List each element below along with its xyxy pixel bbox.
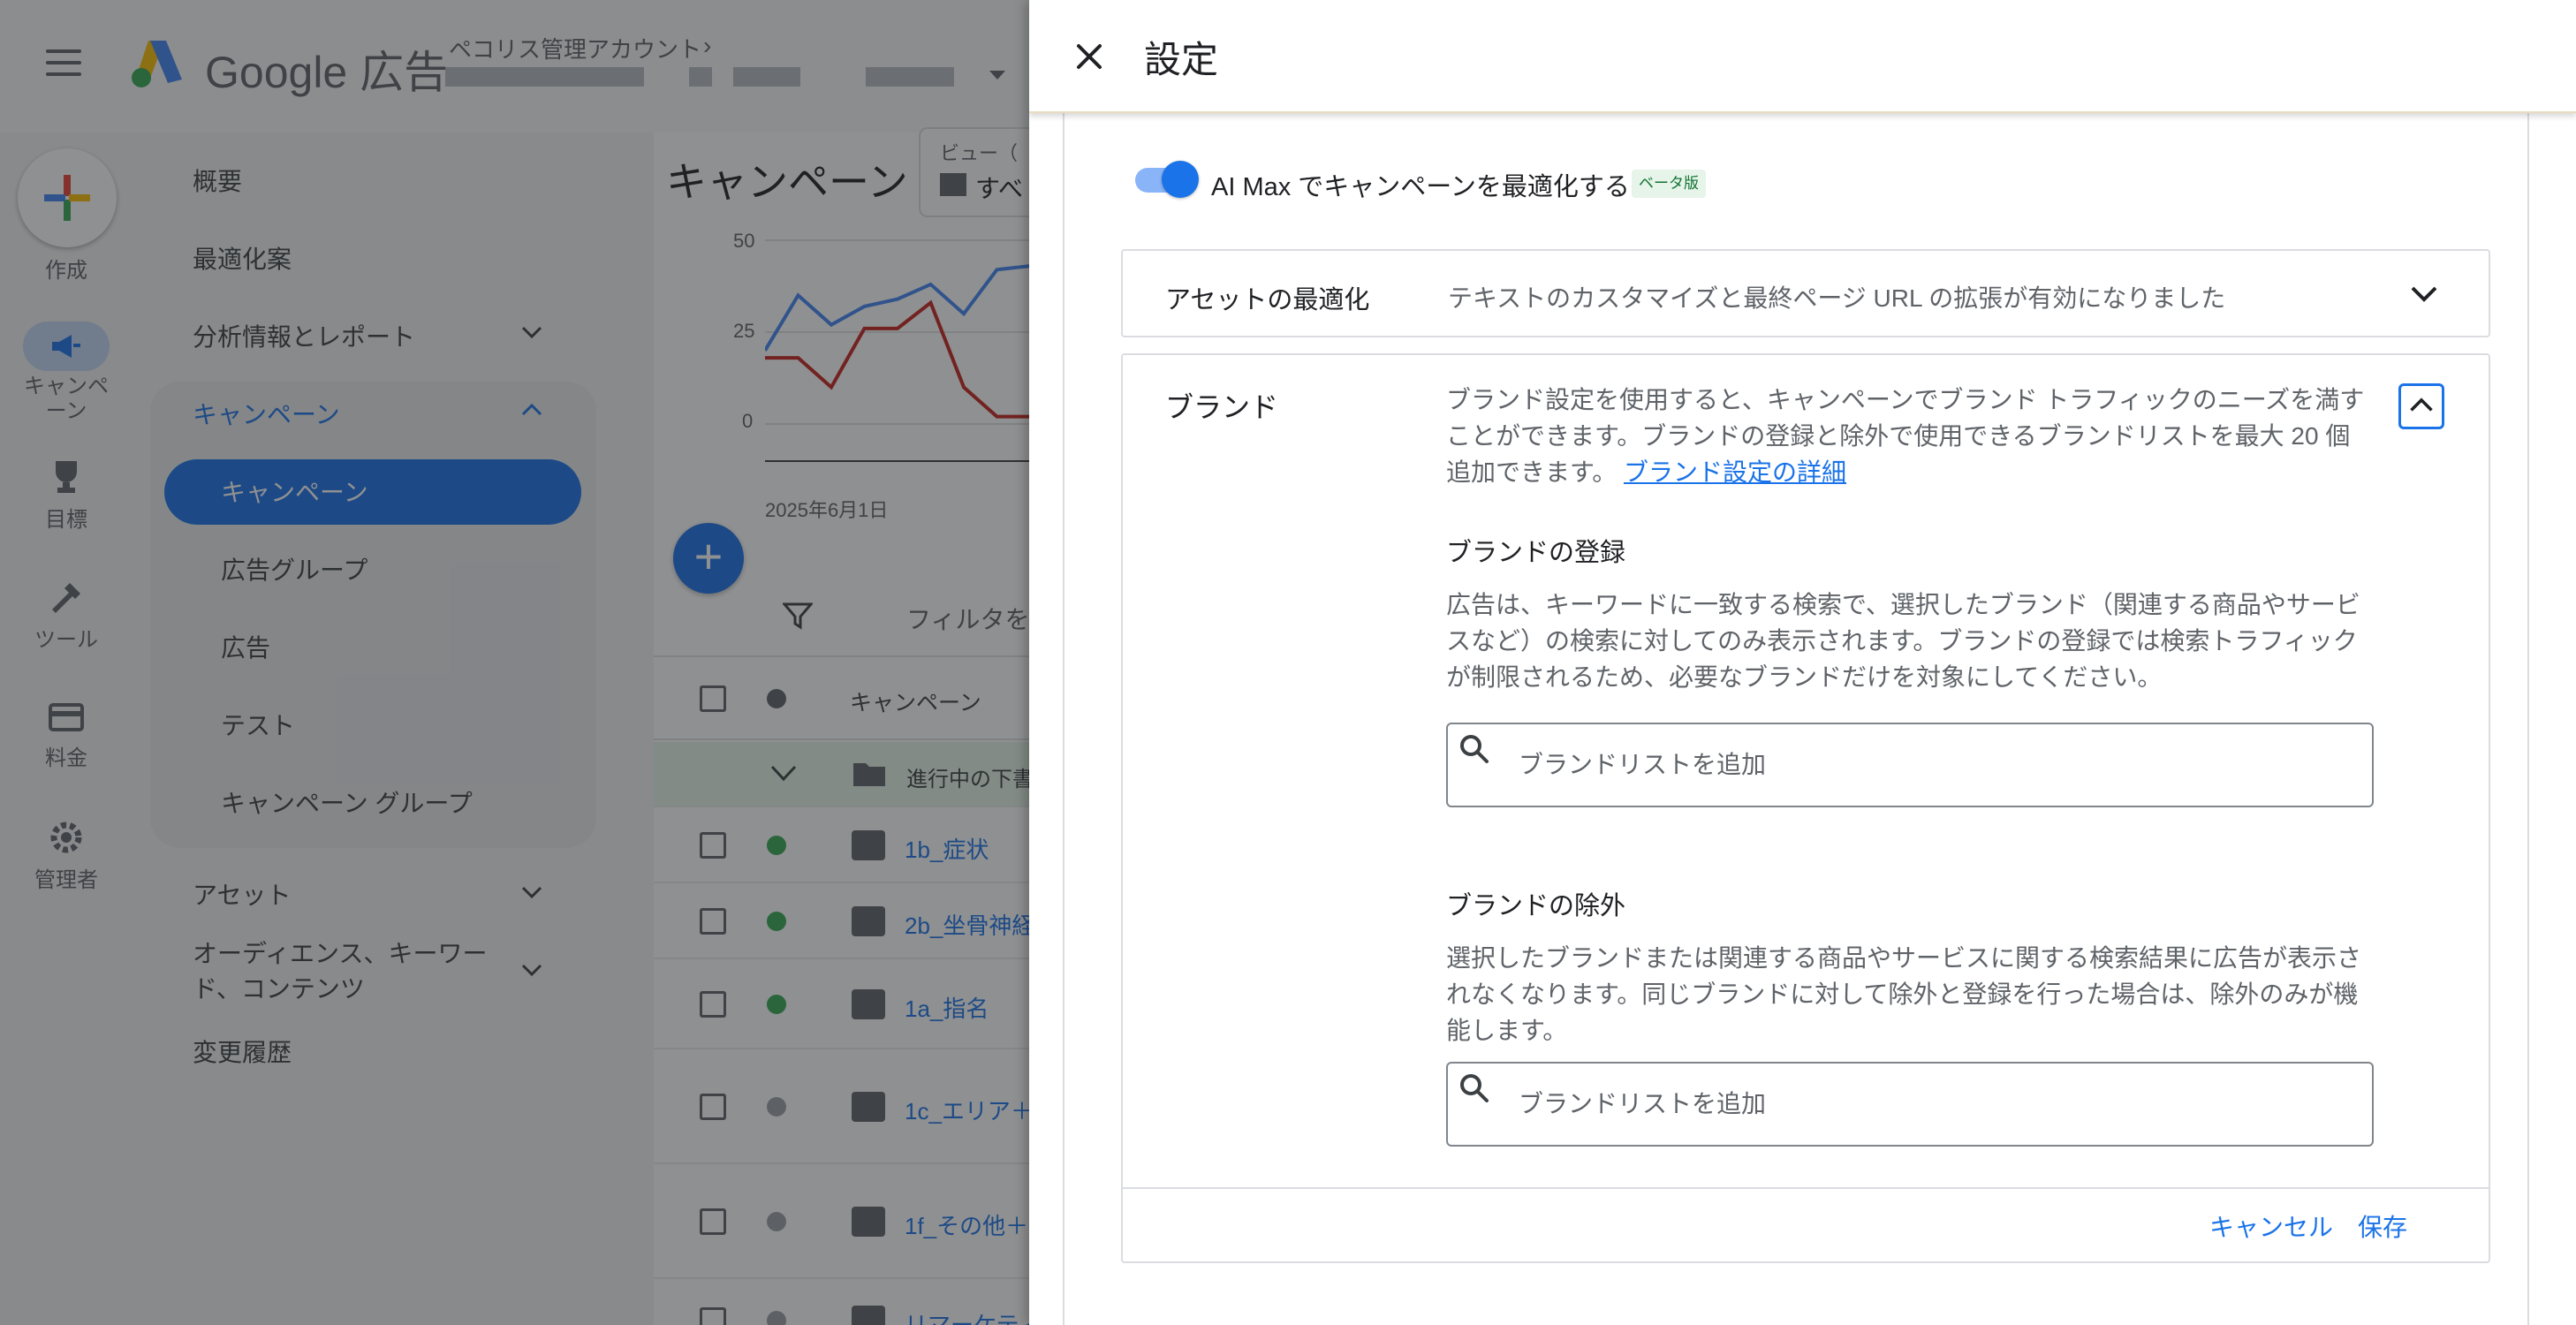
brand-section-title: ブランド [1165, 391, 1279, 423]
brand-exclusion-search[interactable] [1446, 1062, 2374, 1147]
panel-header: 設定 [1029, 0, 2576, 113]
brand-inclusion-search[interactable] [1446, 723, 2374, 807]
brand-inclusion-input[interactable] [1519, 742, 2349, 788]
toggle-knob [1162, 161, 1199, 198]
brand-exclusion-description: 選択したブランドまたは関連する商品やサービスに関する検索結果に広告が表示されなく… [1446, 944, 2362, 1044]
ai-max-label: AI Max でキャンペーンを最適化する [1211, 173, 1630, 201]
brand-inclusion-description: 広告は、キーワードに一致する検索で、選択したブランド（関連する商品やサービスなど… [1446, 591, 2360, 691]
brand-exclusion-input[interactable] [1519, 1081, 2349, 1127]
settings-panel: 設定 AI Max でキャンペーンを最適化する ベータ版 アセットの最適化 テキ… [1029, 0, 2576, 1325]
brand-exclusion-title: ブランドの除外 [1446, 892, 1626, 920]
cancel-button[interactable]: キャンセル [2209, 1208, 2333, 1244]
save-button[interactable]: 保存 [2358, 1208, 2407, 1244]
asset-optimization-title: アセットの最適化 [1165, 286, 1370, 314]
panel-title: 設定 [1144, 39, 1219, 80]
asset-optimization-section[interactable]: アセットの最適化 テキストのカスタマイズと最終ページ URL の拡張が有効になり… [1121, 249, 2490, 337]
close-icon[interactable] [1064, 32, 1114, 81]
ai-max-toggle[interactable] [1132, 159, 1199, 200]
brand-description-text: ブランド設定を使用すると、キャンペーンでブランド トラフィックのニーズを満すこと… [1446, 386, 2365, 486]
beta-badge: ベータ版 [1632, 170, 1706, 198]
asset-optimization-summary: テキストのカスタマイズと最終ページ URL の拡張が有効になりました [1448, 284, 2226, 312]
chevron-down-icon[interactable] [2402, 272, 2446, 316]
brand-inclusion-title: ブランドの登録 [1446, 539, 1626, 567]
search-icon [1460, 735, 1489, 763]
modal-scrim[interactable] [0, 0, 1029, 1325]
brand-section: ブランド ブランド設定を使用すると、キャンペーンでブランド トラフィックのニーズ… [1121, 353, 2490, 1263]
brand-section-description: ブランド設定を使用すると、キャンペーンでブランド トラフィックのニーズを満すこと… [1446, 382, 2374, 490]
brand-section-footer: キャンセル 保存 [1123, 1187, 2489, 1263]
brand-settings-help-link[interactable]: ブランド設定の詳細 [1624, 458, 1846, 486]
chevron-up-icon[interactable] [2398, 383, 2444, 429]
search-icon [1460, 1074, 1489, 1102]
